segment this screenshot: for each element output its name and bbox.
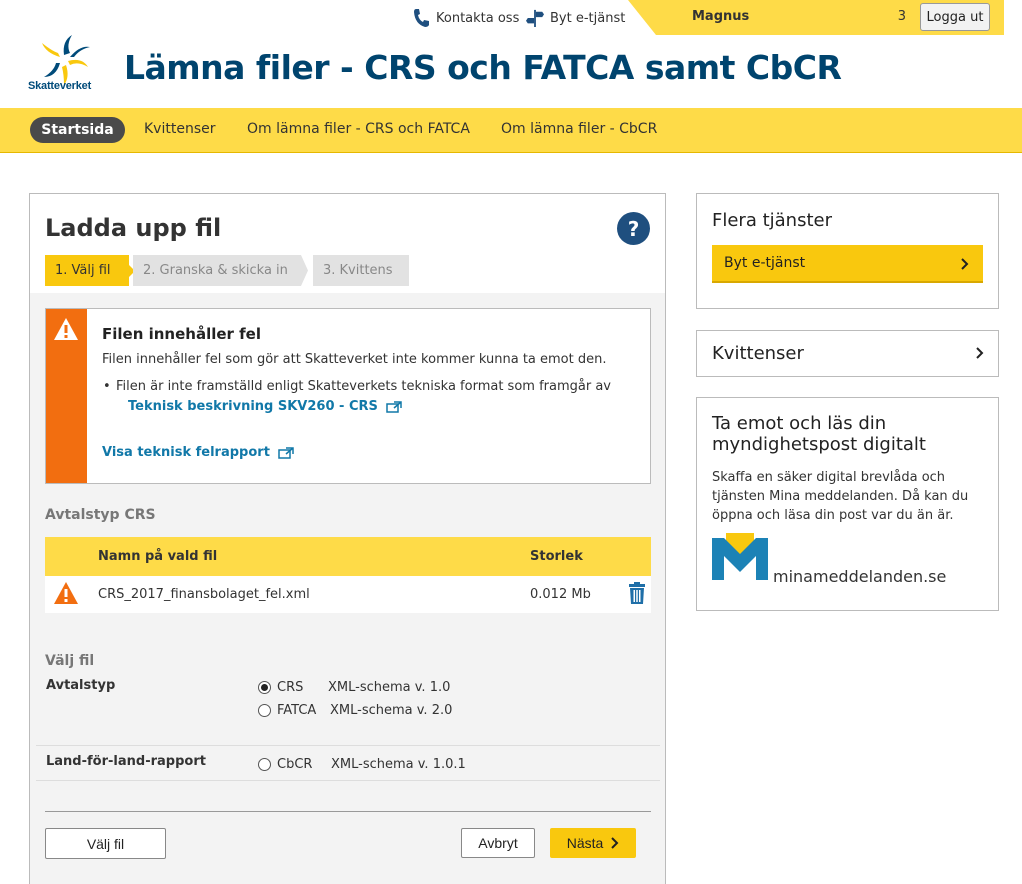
topbar: Kontakta oss Byt e-tjänst Magnus 3 Logga… [0,0,1022,36]
col-file-name: Namn på vald fil [98,549,218,564]
step-choose-file: 1. Välj fil [45,255,135,286]
file-size: 0.012 Mb [530,587,591,602]
logout-button[interactable]: Logga ut [920,3,990,31]
upload-panel-header: Ladda upp fil ? 1. Välj fil 2. Granska &… [30,194,665,293]
country-report-label: Land-för-land-rapport [46,754,206,769]
upload-title: Ladda upp fil [45,214,222,242]
step-review-submit: 2. Granska & skicka in [133,255,308,286]
receipts-title: Kvittenser [712,343,804,364]
radio-fatca-schema: XML-schema v. 2.0 [330,703,453,718]
switch-service-button-label: Byt e-tjänst [724,255,806,271]
external-link-icon [386,400,403,413]
technical-description-link[interactable]: Teknisk beskrivning SKV260 - CRS [128,399,403,414]
warning-icon [54,318,78,340]
file-table-header: Namn på vald fil Storlek [45,537,651,576]
chevron-right-icon [976,347,984,359]
error-sidebar [46,309,87,483]
next-button[interactable]: Nästa [550,828,636,858]
nav-item-startsida[interactable]: Startsida [30,117,125,143]
radio-crs-label: CRS [277,680,304,695]
next-label: Nästa [566,835,604,851]
choose-file-button[interactable]: Välj fil [45,828,166,859]
divider [36,780,660,781]
mina-meddelanden-logo-icon[interactable] [712,532,768,582]
radio-fatca[interactable] [258,704,271,717]
error-message-box: Filen innehåller fel Filen innehåller fe… [45,308,651,484]
nav-item-kvittenser[interactable]: Kvittenser [144,121,215,137]
error-title: Filen innehåller fel [102,325,261,343]
radio-cbcr-schema: XML-schema v. 1.0.1 [331,757,466,772]
step-receipt: 3. Kvittens [313,255,409,286]
digital-post-text: Skaffa en säker digital brevlåda och tjä… [712,470,969,523]
nav-item-om-cbcr[interactable]: Om lämna filer - CbCR [501,121,657,137]
trash-icon[interactable] [628,581,646,605]
more-services-card: Flera tjänster Byt e-tjänst [696,193,999,309]
receipts-card[interactable]: Kvittenser [696,330,999,377]
upload-panel: Ladda upp fil ? 1. Välj fil 2. Granska &… [29,193,666,884]
technical-error-report-link[interactable]: Visa teknisk felrapport [102,445,295,460]
table-row: CRS_2017_finansbolaget_fel.xml 0.012 Mb [45,576,651,613]
radio-crs-schema: XML-schema v. 1.0 [328,680,451,695]
divider [45,811,651,812]
error-text: Filen innehåller fel som gör att Skattev… [102,352,607,367]
phone-icon [414,9,429,27]
switch-service-button[interactable]: Byt e-tjänst [712,245,983,283]
radio-fatca-label: FATCA [277,703,317,718]
divider [36,745,660,746]
logo-text: Skatteverket [28,80,92,92]
user-name: Magnus [692,9,750,24]
file-name: CRS_2017_finansbolaget_fel.xml [98,587,310,602]
error-bullet: Filen är inte framställd enligt Skatteve… [103,379,611,394]
warning-icon [54,582,78,604]
help-icon[interactable]: ? [617,212,650,245]
digital-post-title: Ta emot och läs din myndighetspost digit… [712,413,926,455]
more-services-title: Flera tjänster [712,210,832,231]
signpost-icon [526,9,544,27]
radio-crs[interactable] [258,681,271,694]
nav-item-om-crs-fatca[interactable]: Om lämna filer - CRS och FATCA [247,121,470,137]
technical-description-label: Teknisk beskrivning SKV260 - CRS [128,399,378,414]
external-link-icon [278,446,295,459]
main-nav: Startsida Kvittenser Om lämna filer - CR… [0,108,1022,153]
mina-meddelanden-text[interactable]: minameddelanden.se [773,567,946,586]
choose-file-section: Välj fil [45,653,95,669]
technical-error-report-label: Visa teknisk felrapport [102,445,270,460]
switch-service-label: Byt e-tjänst [550,10,626,26]
user-id-fragment: 3 [897,9,906,24]
chevron-right-icon [961,258,969,270]
page-title: Lämna filer - CRS och FATCA samt CbCR [124,48,842,87]
cancel-button[interactable]: Avbryt [461,828,535,858]
avtalstyp-label: Avtalstyp [46,678,116,693]
radio-cbcr[interactable] [258,758,271,771]
switch-service-link[interactable]: Byt e-tjänst [526,8,625,28]
contact-link[interactable]: Kontakta oss [412,8,519,28]
contact-label: Kontakta oss [436,10,520,26]
digital-post-card: Ta emot och läs din myndighetspost digit… [696,397,999,611]
chevron-right-icon [611,837,619,849]
radio-cbcr-label: CbCR [277,757,313,772]
col-size: Storlek [530,549,583,564]
agreement-type-label: Avtalstyp CRS [45,507,156,523]
